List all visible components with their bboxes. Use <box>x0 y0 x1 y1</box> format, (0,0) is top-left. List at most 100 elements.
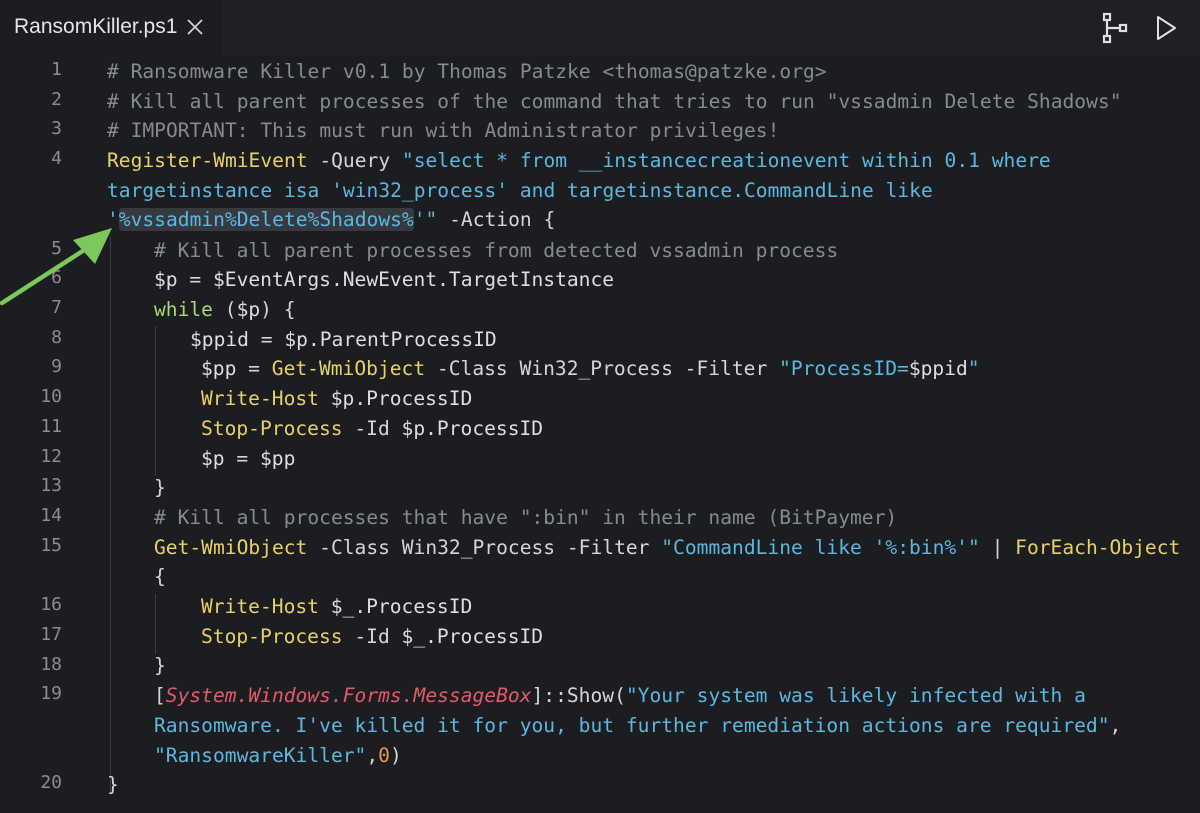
line-number: 19 <box>40 683 62 704</box>
split-editor-icon[interactable] <box>1100 12 1130 44</box>
line-number: 12 <box>40 446 62 467</box>
command: Get-WmiObject <box>154 536 308 559</box>
variable: $p.ProcessID <box>330 387 473 410</box>
code-editor[interactable]: 1 2 3 4 5 6 7 8 9 10 11 12 13 14 15 16 1… <box>0 56 1200 813</box>
operator: = <box>248 328 285 351</box>
run-play-icon[interactable] <box>1154 14 1178 42</box>
comma: , <box>366 744 379 767</box>
code-line: $p = $pp <box>201 444 295 474</box>
punctuation: ) { <box>260 298 296 321</box>
paren: ) <box>389 744 402 767</box>
code-line: Stop-Process -Id $p.ProcessID <box>201 414 543 444</box>
line-number: 20 <box>40 772 62 793</box>
command: Get-WmiObject <box>271 357 426 380</box>
line-number: 11 <box>40 416 62 437</box>
variable: $p.ParentProcessID <box>284 328 497 351</box>
line-number: 9 <box>51 356 62 377</box>
pipe: | <box>979 536 1016 559</box>
comment: # Kill all processes that have ":bin" in… <box>154 506 898 529</box>
indent-guide <box>155 326 156 476</box>
tab-bar: RansomKiller.ps1 <box>0 0 1200 57</box>
comment: # Kill all parent processes from detecte… <box>154 239 839 262</box>
command: Stop-Process <box>201 625 343 648</box>
comment: # Ransomware Killer v0.1 by Thomas Patzk… <box>107 60 827 83</box>
line-number: 3 <box>51 118 62 139</box>
variable: $_.ProcessID <box>330 595 473 618</box>
code-line-wrap: Ransomware. I've killed it for you, but … <box>154 711 1121 741</box>
parameter: -Action { <box>437 208 556 231</box>
code-line: # Kill all parent processes of the comma… <box>107 87 1122 117</box>
highlighted-string: %vssadmin%Delete%Shadows% <box>118 208 414 231</box>
indent-guide <box>155 594 156 654</box>
brace: } <box>154 476 166 499</box>
line-number: 2 <box>51 89 62 110</box>
line-number: 4 <box>51 148 62 169</box>
operator: = <box>177 268 213 291</box>
editor-tab[interactable]: RansomKiller.ps1 <box>0 0 222 57</box>
brace: { <box>154 565 166 588</box>
annotation-arrow-icon <box>0 228 112 306</box>
line-number: 10 <box>40 386 62 407</box>
operator: = <box>236 357 272 380</box>
string: targetinstance isa 'win32_process' and t… <box>107 179 933 202</box>
variable: $p <box>236 298 261 321</box>
line-number: 15 <box>40 535 62 556</box>
parameter: -Class Win32_Process -Filter <box>307 536 662 559</box>
string: "select * from __instancecreationevent w… <box>401 149 1051 172</box>
variable: $ppid <box>190 328 249 351</box>
string: "Your system was likely infected with a <box>625 684 1086 707</box>
line-number: 17 <box>40 624 62 645</box>
bracket: [ <box>154 684 166 707</box>
number: 0 <box>378 744 390 767</box>
comment: # IMPORTANT: This must run with Administ… <box>107 119 780 142</box>
code-line: } <box>154 473 166 503</box>
code-line: # Kill all parent processes from detecte… <box>154 236 838 266</box>
code-line: # IMPORTANT: This must run with Administ… <box>107 116 779 146</box>
variable: $_.ProcessID <box>401 625 544 648</box>
comment: # Kill all parent processes of the comma… <box>107 90 1122 113</box>
code-line: Write-Host $p.ProcessID <box>201 384 472 414</box>
code-line: Stop-Process -Id $_.ProcessID <box>201 622 543 652</box>
code-line: Register-WmiEvent -Query "select * from … <box>107 146 1051 176</box>
line-number: 1 <box>51 59 62 80</box>
command: Stop-Process <box>201 417 343 440</box>
line-number: 18 <box>40 654 62 675</box>
brace: } <box>107 773 119 796</box>
parameter: -Class Win32_Process -Filter <box>425 357 780 380</box>
string: Ransomware. I've killed it for you, but … <box>154 714 1110 737</box>
variable: $p <box>154 268 178 291</box>
code-line: Write-Host $_.ProcessID <box>201 592 472 622</box>
string: "ProcessID= <box>779 357 909 380</box>
method-call: ]::Show( <box>531 684 626 707</box>
string: "RansomwareKiller" <box>154 744 367 767</box>
line-number: 13 <box>40 475 62 496</box>
code-line: $ppid = $p.ParentProcessID <box>190 325 497 355</box>
brace: } <box>154 654 166 677</box>
variable: $pp <box>201 357 237 380</box>
code-line: while ($p) { <box>154 295 296 325</box>
code-line: Get-WmiObject -Class Win32_Process -Filt… <box>154 533 1180 563</box>
parameter: -Query <box>307 149 402 172</box>
command: Write-Host <box>201 595 319 618</box>
command: Write-Host <box>201 387 319 410</box>
code-line-wrap: "RansomwareKiller",0) <box>154 741 402 771</box>
parameter: -Id <box>342 625 402 648</box>
code-line-wrap: '%vssadmin%Delete%Shadows%'" -Action { <box>107 205 555 235</box>
operator: = <box>224 447 260 470</box>
punctuation: ( <box>212 298 237 321</box>
code-line: # Kill all processes that have ":bin" in… <box>154 503 897 533</box>
parameter: -Id <box>342 417 402 440</box>
line-number: 8 <box>51 327 62 348</box>
tab-filename: RansomKiller.ps1 <box>14 15 178 38</box>
code-line-wrap: { <box>154 562 166 592</box>
variable: $ppid <box>908 357 968 380</box>
code-line-wrap: targetinstance isa 'win32_process' and t… <box>107 176 933 206</box>
close-icon[interactable] <box>186 18 204 36</box>
code-line: } <box>107 770 119 800</box>
line-number: 16 <box>40 594 62 615</box>
variable: $p.ProcessID <box>401 417 544 440</box>
code-line: $p = $EventArgs.NewEvent.TargetInstance <box>154 265 614 295</box>
line-number: 14 <box>40 505 62 526</box>
